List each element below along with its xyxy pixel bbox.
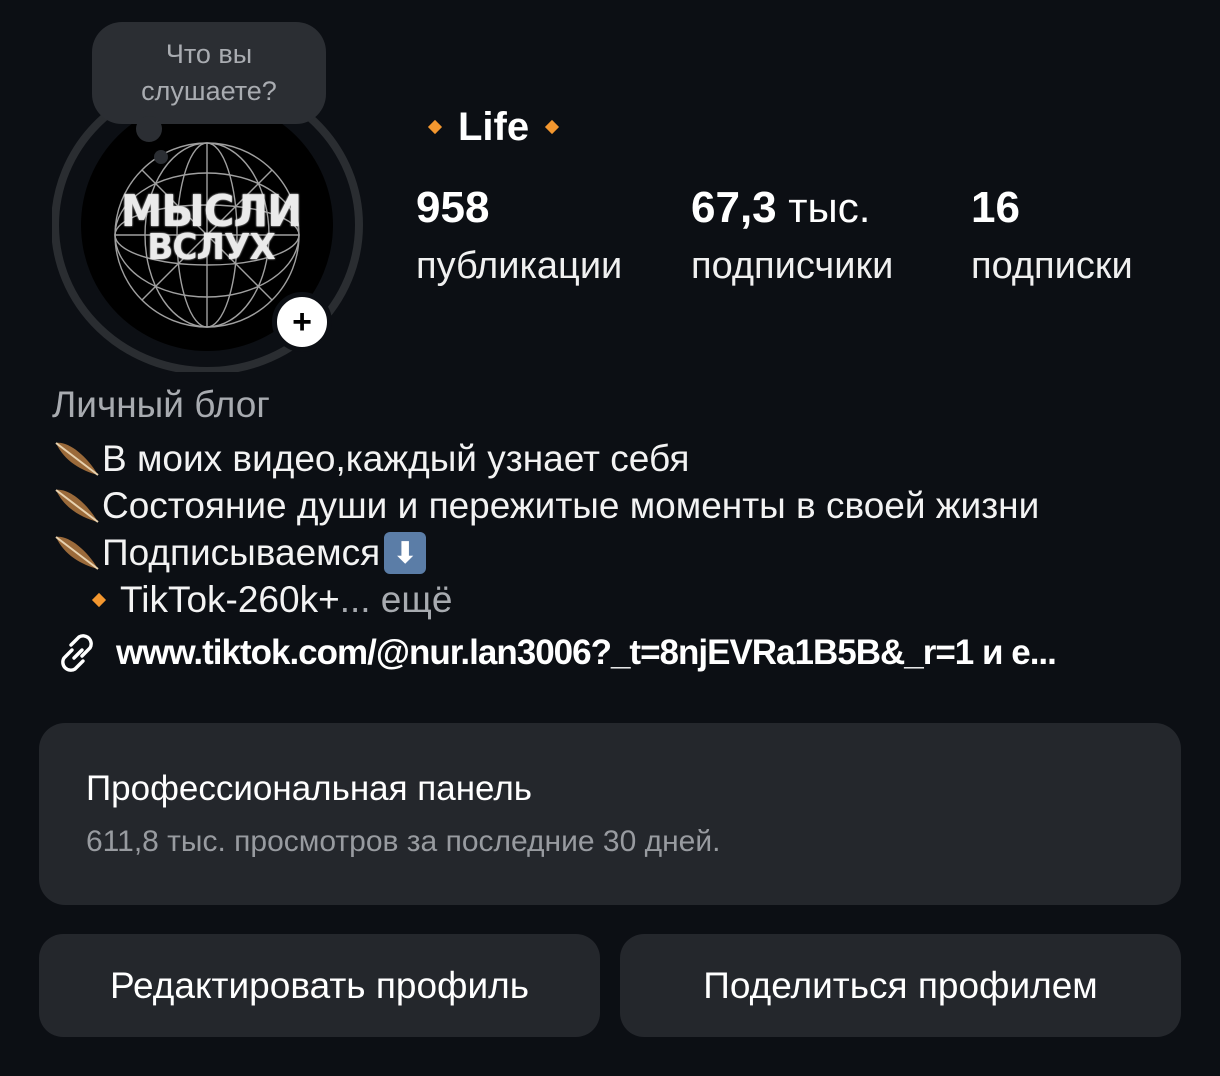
followers-count: 67,3 тыс. <box>691 183 871 232</box>
posts-count: 958 <box>416 183 490 232</box>
note-line-1: Что вы <box>165 39 253 69</box>
followers-label: подписчики <box>691 245 894 287</box>
feather-icon <box>52 533 102 573</box>
diamond-icon <box>545 119 560 135</box>
following-count: 16 <box>971 183 1020 232</box>
diamond-icon <box>427 119 443 135</box>
note-line-2: слушаете? <box>141 76 277 106</box>
profile-name-row: Life <box>427 104 560 150</box>
profile-category: Личный блог <box>52 384 270 425</box>
posts-stat[interactable]: 958 публикации <box>416 182 622 294</box>
pro-dashboard-title: Профессиональная панель <box>86 769 532 808</box>
bio-line-3: Подписываемся ⬇ <box>52 532 427 574</box>
note-bubble-tail <box>136 116 162 142</box>
share-profile-button[interactable]: Поделиться профилем <box>620 934 1181 1037</box>
down-arrow-icon: ⬇ <box>384 532 427 574</box>
bio-line-4[interactable]: TikTok-260k+... ещё <box>88 579 452 621</box>
professional-dashboard-card[interactable]: Профессиональная панель 611,8 тыс. просм… <box>39 723 1181 905</box>
note-bubble-tail-small <box>154 150 168 164</box>
feather-icon <box>52 486 102 526</box>
diamond-icon <box>91 592 107 608</box>
profile-link[interactable]: www.tiktok.com/@nur.lan3006?_t=8njEVRa1B… <box>52 628 1057 678</box>
edit-profile-button[interactable]: Редактировать профиль <box>39 934 600 1037</box>
note-bubble[interactable]: Что вы слушаете? <box>92 22 326 124</box>
avatar-logo-text: МЫСЛИ ВСЛУХ <box>120 186 302 268</box>
add-story-button[interactable]: + <box>272 292 332 352</box>
link-icon <box>61 634 93 672</box>
bio-line-2: Состояние души и пережитые моменты в сво… <box>52 485 1039 527</box>
pro-dashboard-subtitle: 611,8 тыс. просмотров за последние 30 дн… <box>86 825 721 858</box>
plus-icon: + <box>292 303 312 341</box>
following-label: подписки <box>971 245 1133 287</box>
following-stat[interactable]: 16 подписки <box>971 182 1133 294</box>
profile-name: Life <box>458 104 530 149</box>
bio-line-1: В моих видео,каждый узнает себя <box>52 438 689 480</box>
followers-stat[interactable]: 67,3 тыс. подписчики <box>691 182 893 294</box>
posts-label: публикации <box>416 245 623 287</box>
more-link[interactable]: ... ещё <box>340 579 453 621</box>
feather-icon <box>52 439 102 479</box>
